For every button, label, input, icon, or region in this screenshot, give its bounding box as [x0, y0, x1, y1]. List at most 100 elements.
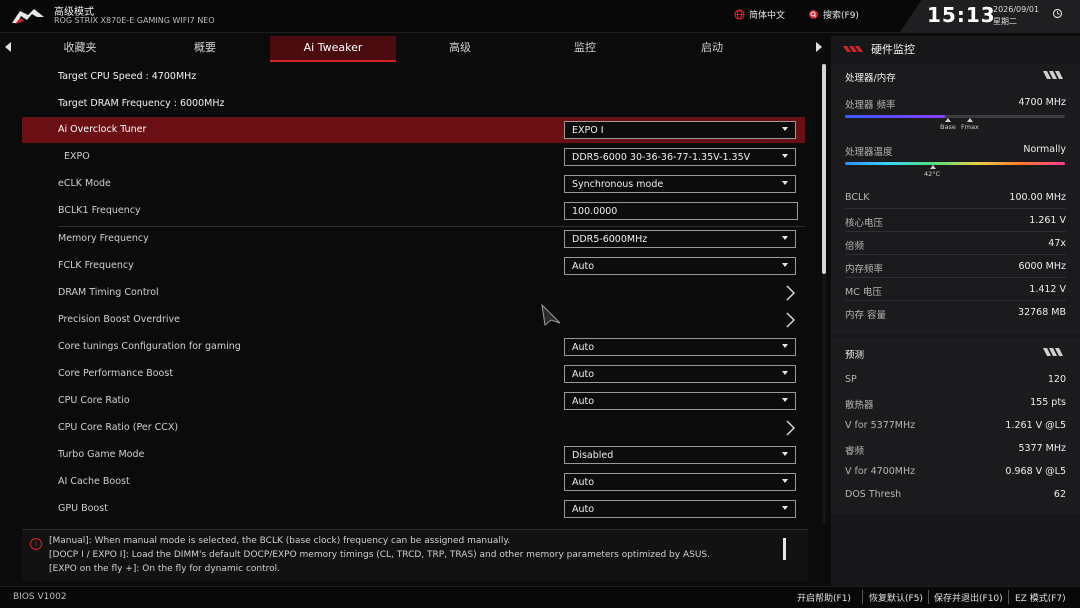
help-line: [DOCP I / EXPO I]: Load the DIMM's defau… [49, 550, 710, 560]
setting-gpu-boost[interactable]: GPU Boost Auto [22, 496, 805, 522]
cpu-core-ratio-dropdown[interactable]: Auto [564, 392, 796, 410]
cpu-frequency-label: 处理器 频率 [845, 100, 896, 111]
tab-ai-tweaker[interactable]: Ai Tweaker [270, 36, 396, 62]
chevron-right-icon[interactable] [782, 419, 798, 437]
mouse-cursor-icon [541, 304, 561, 326]
rog-logo-icon [12, 9, 44, 24]
cpu-temp-label: 处理器温度 [845, 147, 893, 158]
caret-down-icon [782, 127, 788, 131]
dropdown-value: Auto [572, 342, 595, 353]
cpu-frequency-value: 4700 MHz [1018, 97, 1066, 108]
footer-separator [928, 590, 929, 604]
prediction-title: 预测 [845, 350, 865, 361]
sp-label: SP [845, 374, 857, 385]
setting-fclk-frequency[interactable]: FCLK Frequency Auto [22, 253, 805, 279]
ratio-label: 倍频 [845, 241, 865, 252]
help-toggle-button[interactable]: 开启帮助(F1) [797, 591, 851, 604]
temp-marker-icon [930, 165, 936, 169]
core-tunings-dropdown[interactable]: Auto [564, 338, 796, 356]
clock-date: 2026/09/01 [993, 5, 1040, 14]
setting-bclk1-frequency[interactable]: BCLK1 Frequency 100.0000 [22, 198, 805, 224]
settings-scrollbar-thumb[interactable] [822, 64, 826, 274]
footer-separator [862, 590, 863, 604]
setting-label: Core tunings Configuration for gaming [58, 341, 241, 352]
setting-label: Ai Overclock Tuner [58, 124, 147, 135]
setting-core-tunings-gaming[interactable]: Core tunings Configuration for gaming Au… [22, 334, 805, 360]
eclk-mode-dropdown[interactable]: Synchronous mode [564, 175, 796, 193]
expo-dropdown[interactable]: DDR5-6000 30-36-36-77-1.35V-1.35V [564, 148, 796, 166]
setting-turbo-game-mode[interactable]: Turbo Game Mode Disabled [22, 442, 805, 468]
help-scrollbar[interactable] [783, 538, 786, 560]
dropdown-value: DDR5-6000MHz [572, 234, 648, 245]
setting-label: AI Cache Boost [58, 476, 130, 487]
monitor-icon [843, 46, 863, 52]
setting-label: FCLK Frequency [58, 260, 134, 271]
cpu-temp-value: Normally [1023, 144, 1066, 155]
caret-down-icon [782, 506, 788, 510]
tab-favorites[interactable]: 收藏夹 [25, 36, 135, 60]
setting-memory-frequency[interactable]: Memory Frequency DDR5-6000MHz [22, 226, 805, 252]
mc-voltage-label: MC 电压 [845, 287, 882, 298]
setting-eclk-mode[interactable]: eCLK Mode Synchronous mode [22, 171, 805, 197]
clock-settings-icon[interactable] [1052, 8, 1063, 19]
caret-down-icon [782, 236, 788, 240]
setting-precision-boost-overdrive[interactable]: Precision Boost Overdrive [22, 307, 805, 333]
setting-cpu-core-ratio-per-ccx[interactable]: CPU Core Ratio (Per CCX) [22, 415, 805, 441]
monitor-title: 硬件监控 [871, 43, 915, 56]
core-performance-boost-dropdown[interactable]: Auto [564, 365, 796, 383]
ai-overclock-tuner-dropdown[interactable]: EXPO I [564, 121, 796, 139]
search-button[interactable]: 搜索(F9) [808, 8, 859, 21]
setting-label: DRAM Timing Control [58, 287, 159, 298]
tab-scroll-right-icon[interactable] [815, 41, 823, 53]
v-for-5377-value: 1.261 V @L5 [1005, 420, 1066, 431]
setting-ai-cache-boost[interactable]: AI Cache Boost Auto [22, 469, 805, 495]
tab-advanced[interactable]: 高级 [405, 36, 515, 60]
caret-down-icon [782, 181, 788, 185]
fmax-marker-icon [967, 118, 973, 122]
base-marker-label: Base [940, 123, 956, 131]
setting-expo[interactable]: EXPO DDR5-6000 30-36-36-77-1.35V-1.35V [22, 144, 805, 170]
memory-frequency-label: 内存频率 [845, 264, 884, 275]
turbo-game-mode-dropdown[interactable]: Disabled [564, 446, 796, 464]
setting-label: Precision Boost Overdrive [58, 314, 180, 325]
tab-main[interactable]: 概要 [150, 36, 260, 60]
gpu-boost-dropdown[interactable]: Auto [564, 500, 796, 518]
dos-thresh-value: 62 [1053, 489, 1066, 500]
tab-monitor[interactable]: 监控 [530, 36, 640, 60]
ratio-value: 47x [1048, 238, 1066, 249]
fmax-marker-label: Fmax [961, 123, 979, 131]
dropdown-value: Auto [572, 396, 595, 407]
monitor-divider [845, 300, 1066, 301]
dropdown-value: Auto [572, 477, 595, 488]
language-label: 简体中文 [749, 11, 786, 21]
setting-cpu-core-ratio[interactable]: CPU Core Ratio Auto [22, 388, 805, 414]
v-for-4700-value: 0.968 V @L5 [1005, 466, 1066, 477]
language-button[interactable]: 简体中文 [734, 8, 785, 21]
load-defaults-button[interactable]: 恢复默认(F5) [869, 591, 923, 604]
ez-mode-button[interactable]: EZ 模式(F7) [1015, 591, 1066, 604]
ai-cache-boost-dropdown[interactable]: Auto [564, 473, 796, 491]
caret-down-icon [782, 479, 788, 483]
setting-core-performance-boost[interactable]: Core Performance Boost Auto [22, 361, 805, 387]
caret-down-icon [782, 452, 788, 456]
setting-label: CPU Core Ratio [58, 395, 130, 406]
save-exit-button[interactable]: 保存并退出(F10) [934, 591, 1003, 604]
v-for-5377-label: V for 5377MHz [845, 420, 916, 431]
boost-freq-value: 5377 MHz [1018, 443, 1066, 454]
board-model: ROG STRIX X870E-E GAMING WIFI7 NEO [54, 16, 215, 25]
setting-label: Target DRAM Frequency : 6000MHz [58, 98, 225, 109]
tab-scroll-left-icon[interactable] [4, 41, 12, 53]
setting-ai-overclock-tuner[interactable]: Ai Overclock Tuner EXPO I [22, 117, 805, 143]
tab-boot[interactable]: 启动 [657, 36, 767, 60]
chevron-right-icon[interactable] [782, 311, 798, 329]
base-marker-icon [945, 118, 951, 122]
bclk1-frequency-input[interactable]: 100.0000 [564, 202, 798, 220]
dos-thresh-label: DOS Thresh [845, 489, 902, 500]
bclk-value: 100.00 MHz [1009, 192, 1066, 203]
temp-marker-label: 42°C [924, 170, 941, 178]
memory-frequency-dropdown[interactable]: DDR5-6000MHz [564, 230, 796, 248]
chevron-right-icon[interactable] [782, 284, 798, 302]
setting-label: Turbo Game Mode [58, 449, 145, 460]
setting-dram-timing-control[interactable]: DRAM Timing Control [22, 280, 805, 306]
fclk-frequency-dropdown[interactable]: Auto [564, 257, 796, 275]
